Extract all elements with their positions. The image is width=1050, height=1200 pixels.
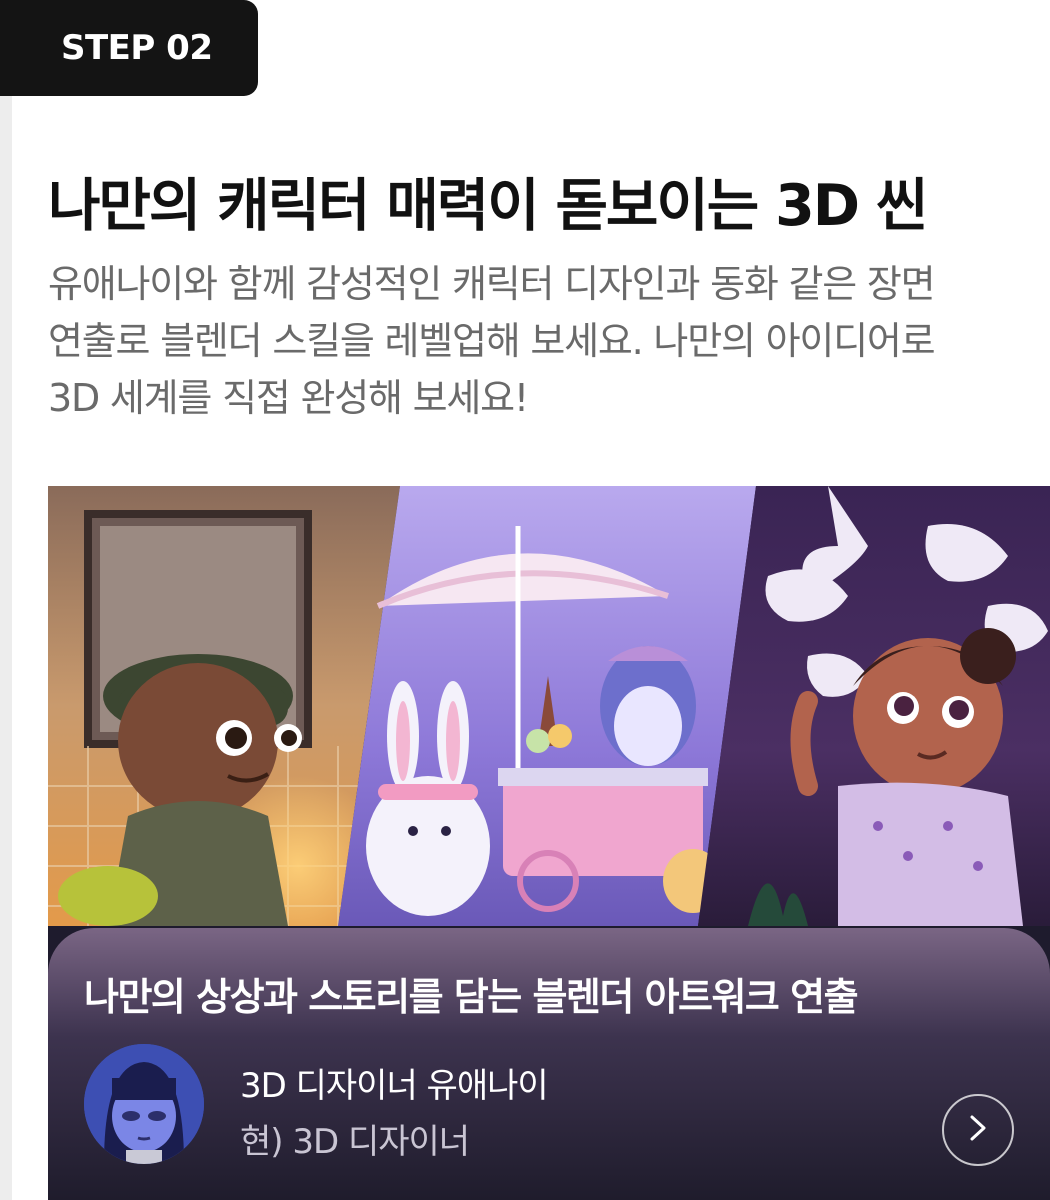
author-name: 3D 디자이너 유애나이 xyxy=(240,1066,549,1106)
panel-ice-cream-scene xyxy=(338,486,756,926)
description-line: 3D 세계를 직접 완성해 보세요! xyxy=(48,376,529,420)
left-rail xyxy=(0,0,12,1200)
panel-girl-scene xyxy=(698,486,1050,926)
step-label: STEP 02 xyxy=(61,28,213,68)
more-button[interactable] xyxy=(942,1094,1014,1166)
section-title: 나만의 캐릭터 매력이 돋보이는 3D 씬 xyxy=(48,173,928,239)
avatar xyxy=(84,1044,204,1164)
author-role: 현) 3D 디자이너 xyxy=(240,1122,470,1162)
section-description: 유애나이와 함께 감성적인 캐릭터 디자인과 동화 같은 장면 연출로 블렌더 … xyxy=(48,256,1038,427)
course-title[interactable]: 나만의 상상과 스토리를 담는 블렌더 아트워크 연출 xyxy=(84,966,859,1021)
description-line: 연출로 블렌더 스킬을 레벨업해 보세요. 나만의 아이디어로 xyxy=(48,319,936,363)
step-badge: STEP 02 xyxy=(0,0,258,96)
description-line: 유애나이와 함께 감성적인 캐릭터 디자인과 동화 같은 장면 xyxy=(48,262,936,306)
chevron-right-icon xyxy=(966,1113,990,1147)
